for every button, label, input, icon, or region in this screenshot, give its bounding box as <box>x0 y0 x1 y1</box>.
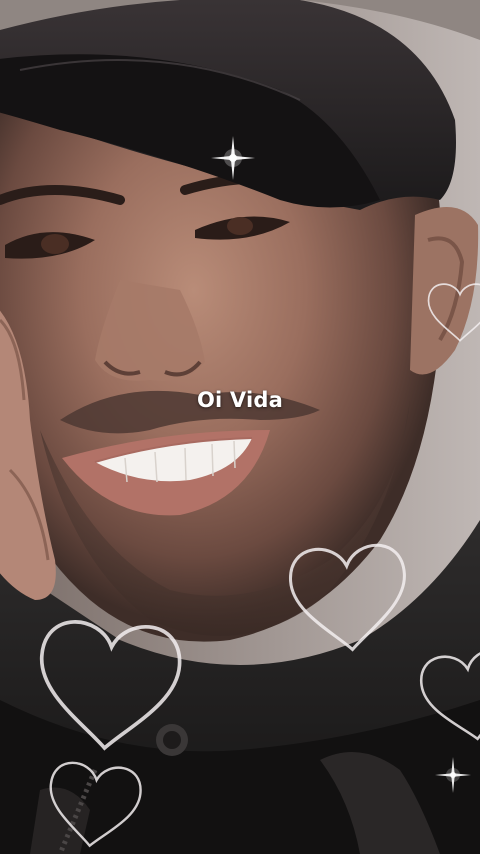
story-frame: Oi Vida <box>0 0 480 854</box>
portrait-photo <box>0 0 480 854</box>
caption-text: Oi Vida <box>196 388 284 412</box>
